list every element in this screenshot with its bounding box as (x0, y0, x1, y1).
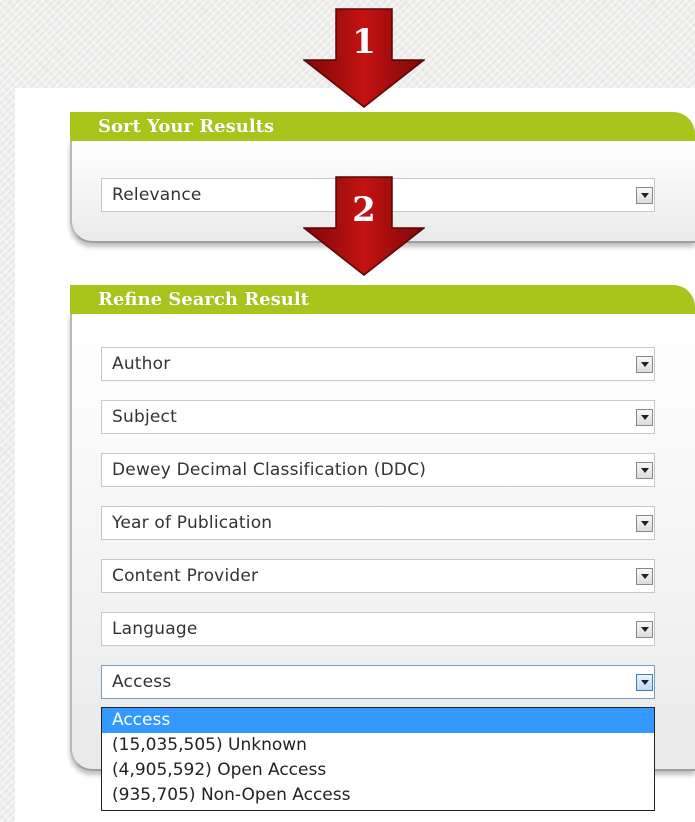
callout-arrow-2: 2 (303, 176, 425, 276)
filter-subject-label: Subject (112, 407, 177, 427)
filter-access-select[interactable]: Access (101, 665, 655, 699)
refine-search-body (70, 314, 695, 771)
chevron-down-icon[interactable] (636, 674, 653, 691)
filter-author-select[interactable]: Author (101, 347, 655, 381)
filter-ddc-select[interactable]: Dewey Decimal Classification (DDC) (101, 453, 655, 487)
access-option-unknown[interactable]: (15,035,505) Unknown (102, 733, 654, 758)
chevron-down-icon[interactable] (636, 568, 653, 585)
sort-results-title: Sort Your Results (70, 112, 695, 141)
filter-subject-select[interactable]: Subject (101, 400, 655, 434)
filter-year-select[interactable]: Year of Publication (101, 506, 655, 540)
access-option[interactable]: Access (102, 708, 654, 733)
sort-select-value: Relevance (112, 185, 202, 205)
chevron-down-icon[interactable] (636, 356, 653, 373)
callout-arrow-1: 1 (303, 8, 425, 108)
filter-ddc-label: Dewey Decimal Classification (DDC) (112, 460, 427, 480)
filter-content-provider-label: Content Provider (112, 566, 259, 586)
filter-content-provider-select[interactable]: Content Provider (101, 559, 655, 593)
filter-language-select[interactable]: Language (101, 612, 655, 646)
access-option-non-open[interactable]: (935,705) Non-Open Access (102, 783, 654, 808)
refine-search-title: Refine Search Result (70, 285, 695, 314)
filter-language-label: Language (112, 619, 198, 639)
chevron-down-icon[interactable] (636, 462, 653, 479)
chevron-down-icon[interactable] (636, 515, 653, 532)
callout-number-2: 2 (352, 190, 376, 230)
filter-access-label: Access (112, 672, 172, 692)
filter-author-label: Author (112, 354, 171, 374)
chevron-down-icon[interactable] (636, 409, 653, 426)
access-dropdown-list: Access (15,035,505) Unknown (4,905,592) … (101, 707, 655, 811)
callout-number-1: 1 (352, 22, 376, 62)
chevron-down-icon[interactable] (636, 187, 653, 204)
filter-year-label: Year of Publication (112, 513, 273, 533)
access-option-open[interactable]: (4,905,592) Open Access (102, 758, 654, 783)
chevron-down-icon[interactable] (636, 621, 653, 638)
